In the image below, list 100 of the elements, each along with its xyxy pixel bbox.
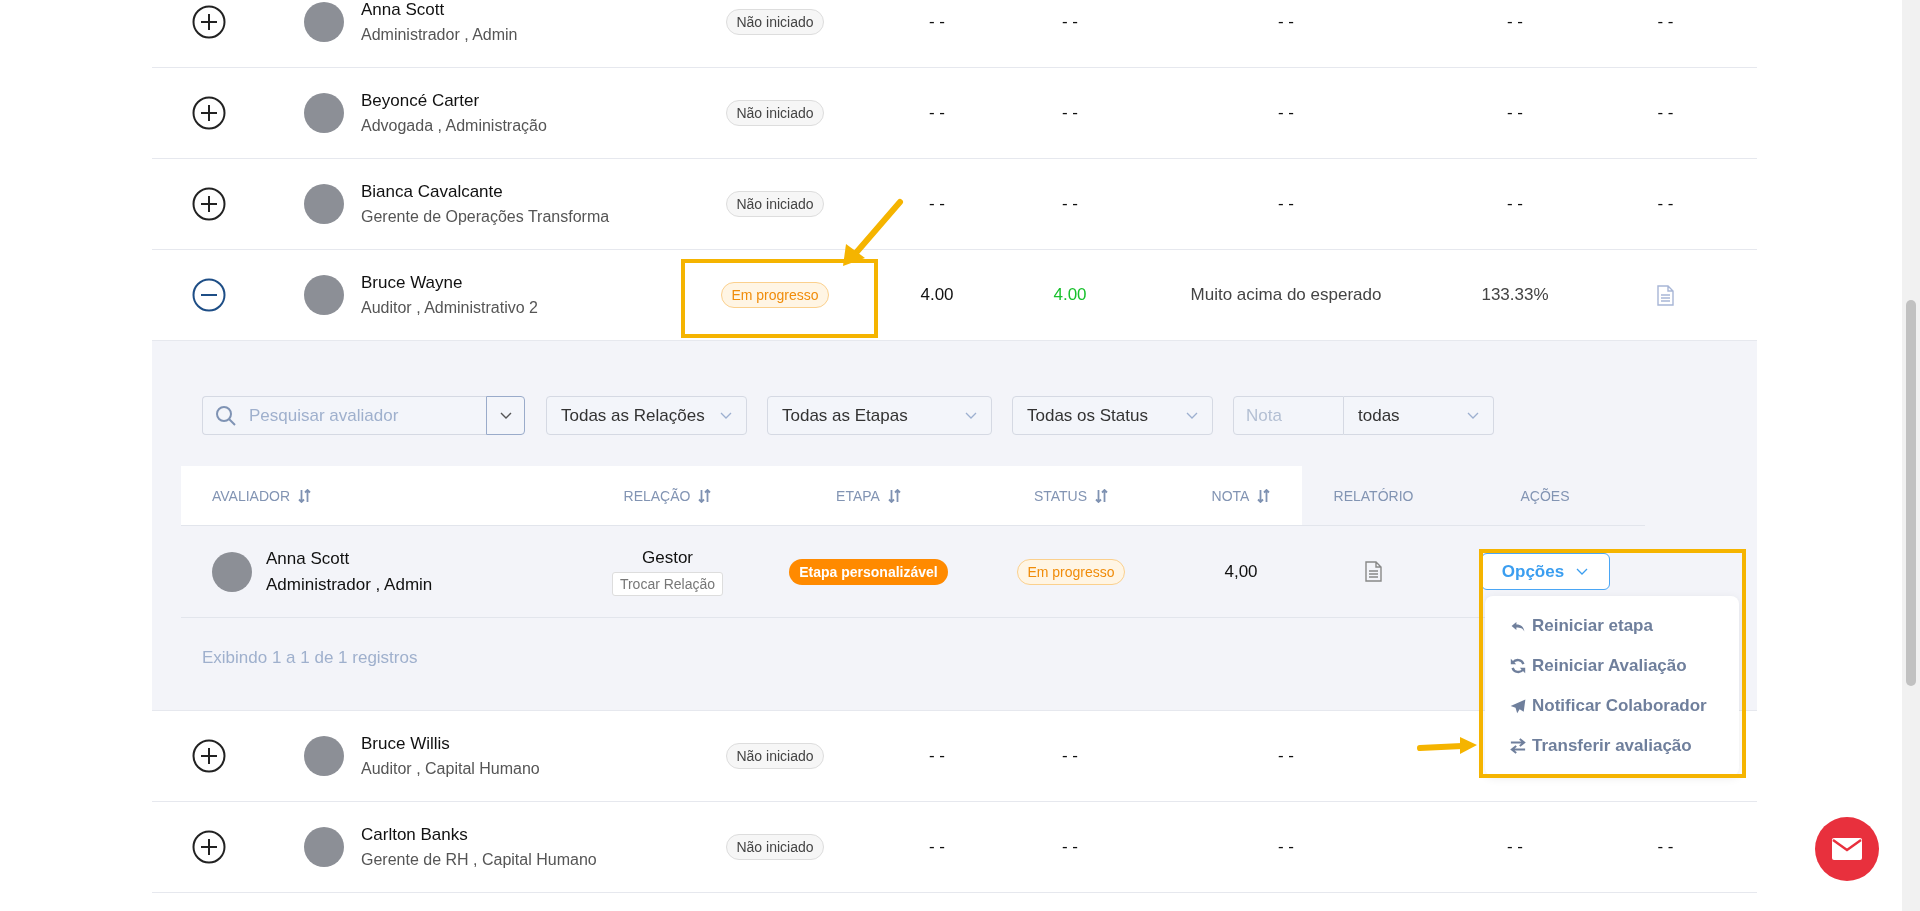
- sort-icon[interactable]: [1257, 488, 1271, 503]
- expand-icon[interactable]: [192, 830, 226, 864]
- column-header: AÇÕES: [1520, 487, 1570, 504]
- search-icon: [215, 404, 237, 427]
- pointer-arrow: [843, 199, 903, 266]
- pointer-arrow: [1417, 737, 1477, 754]
- table-cell: Muito acima do esperado: [1190, 285, 1382, 305]
- table-cell: - -: [1061, 103, 1078, 123]
- collapse-icon[interactable]: [192, 278, 226, 312]
- table-cell: - -: [1657, 12, 1674, 32]
- table-cell: - -: [1061, 12, 1078, 32]
- column-header[interactable]: RELAÇÃO: [623, 487, 691, 504]
- column-header[interactable]: STATUS: [1033, 487, 1088, 504]
- grade-field[interactable]: Nota: [1233, 396, 1344, 435]
- chevron-icon: [1186, 411, 1198, 420]
- person-role: Advogada , Administração: [361, 117, 547, 135]
- sort-icon[interactable]: [1095, 488, 1109, 503]
- person-role: Auditor , Capital Humano: [361, 760, 540, 778]
- status-badge: Não iniciado: [726, 834, 824, 860]
- table-cell: - -: [1506, 194, 1523, 214]
- table-cell: - -: [1277, 103, 1294, 123]
- expand-icon[interactable]: [192, 739, 226, 773]
- change-relation-button[interactable]: Trocar Relação: [611, 571, 724, 596]
- chevron-icon: [965, 411, 977, 420]
- person-name: Anna Scott: [361, 0, 446, 20]
- document-icon[interactable]: [1657, 284, 1674, 306]
- options-button[interactable]: Opções: [1480, 553, 1610, 590]
- column-header[interactable]: ETAPA: [836, 487, 880, 504]
- person-role: Gerente de RH , Capital Humano: [361, 851, 597, 869]
- dropdown-toggle[interactable]: [486, 396, 525, 435]
- refresh-icon: [1509, 657, 1527, 675]
- status-badge: Não iniciado: [726, 100, 824, 126]
- column-header[interactable]: NOTA: [1211, 487, 1250, 504]
- records-summary: Exibindo 1 a 1 de 1 registros: [202, 648, 418, 667]
- status-badge: Em progresso: [1017, 558, 1125, 585]
- menu-item[interactable]: Notificar Colaborador: [1485, 686, 1739, 726]
- search-field[interactable]: Pesquisar avaliador: [202, 396, 486, 435]
- relation-select[interactable]: Todas as Relações: [546, 396, 747, 435]
- column-header: RELATÓRIO: [1333, 487, 1414, 504]
- person-name: Bruce Wayne: [361, 273, 464, 293]
- person-name: Bianca Cavalcante: [361, 182, 504, 202]
- table-cell: - -: [928, 746, 945, 766]
- stage-badge: Etapa personalizável: [789, 558, 948, 585]
- expand-icon[interactable]: [192, 187, 226, 221]
- table-cell: - -: [928, 12, 945, 32]
- chevron-icon: [1467, 411, 1479, 420]
- sort-icon[interactable]: [298, 488, 312, 503]
- envelope-icon: [1832, 838, 1862, 860]
- table-cell: - -: [1277, 12, 1294, 32]
- avatar: [304, 184, 344, 224]
- sort-icon[interactable]: [887, 488, 901, 503]
- table-cell: 133.33%: [1481, 285, 1549, 305]
- person-role: Administrador , Admin: [361, 26, 518, 44]
- evaluator-role: Administrador , Admin: [266, 574, 433, 595]
- avatar: [304, 275, 344, 315]
- stage-select[interactable]: Todas as Etapas: [767, 396, 992, 435]
- table-cell: - -: [928, 103, 945, 123]
- person-name: Carlton Banks: [361, 825, 469, 845]
- table-cell: - -: [1506, 12, 1523, 32]
- expand-icon[interactable]: [192, 96, 226, 130]
- person-role: Auditor , Administrativo 2: [361, 299, 538, 317]
- table-cell: - -: [1657, 194, 1674, 214]
- status-select[interactable]: Todas os Status: [1012, 396, 1213, 435]
- table-cell: - -: [1277, 746, 1294, 766]
- status-badge: Não iniciado: [726, 743, 824, 769]
- table-cell: - -: [1061, 194, 1078, 214]
- grade-scope-select[interactable]: todas: [1344, 396, 1494, 435]
- chevron-icon: [499, 411, 512, 420]
- status-badge: Não iniciado: [726, 191, 824, 217]
- status-badge: Não iniciado: [726, 9, 824, 35]
- table-cell: 4.00: [1053, 285, 1087, 305]
- scrollbar-thumb[interactable]: [1906, 300, 1916, 686]
- chevron-icon: [1576, 567, 1589, 576]
- person-name: Beyoncé Carter: [361, 91, 481, 111]
- document-icon[interactable]: [1365, 561, 1382, 582]
- avatar: [212, 551, 252, 592]
- avatar: [304, 2, 344, 42]
- menu-item[interactable]: Reiniciar etapa: [1485, 606, 1739, 646]
- menu-item[interactable]: Reiniciar Avaliação: [1485, 646, 1739, 686]
- grade-value: 4,00: [1224, 561, 1258, 582]
- avatar: [304, 93, 344, 133]
- swap-arrows-icon: [1509, 738, 1527, 754]
- column-header[interactable]: AVALIADOR: [212, 487, 291, 504]
- sort-icon[interactable]: [698, 488, 712, 503]
- table-cell: - -: [1506, 103, 1523, 123]
- table-cell: - -: [1506, 837, 1523, 857]
- status-badge: Em progresso: [721, 282, 829, 308]
- table-cell: - -: [1657, 837, 1674, 857]
- scrollbar[interactable]: [1902, 0, 1920, 911]
- person-name: Bruce Willis: [361, 734, 451, 754]
- search-input[interactable]: Pesquisar avaliador: [247, 404, 471, 427]
- table-cell: - -: [1277, 194, 1294, 214]
- relation-text: Gestor: [642, 547, 693, 568]
- table-cell: 4.00: [920, 285, 954, 305]
- menu-item[interactable]: Transferir avaliação: [1485, 726, 1739, 766]
- avatar: [304, 736, 344, 776]
- table-cell: - -: [928, 194, 945, 214]
- chevron-icon: [720, 411, 732, 420]
- expand-icon[interactable]: [192, 5, 226, 39]
- paper-plane-icon: [1509, 697, 1527, 715]
